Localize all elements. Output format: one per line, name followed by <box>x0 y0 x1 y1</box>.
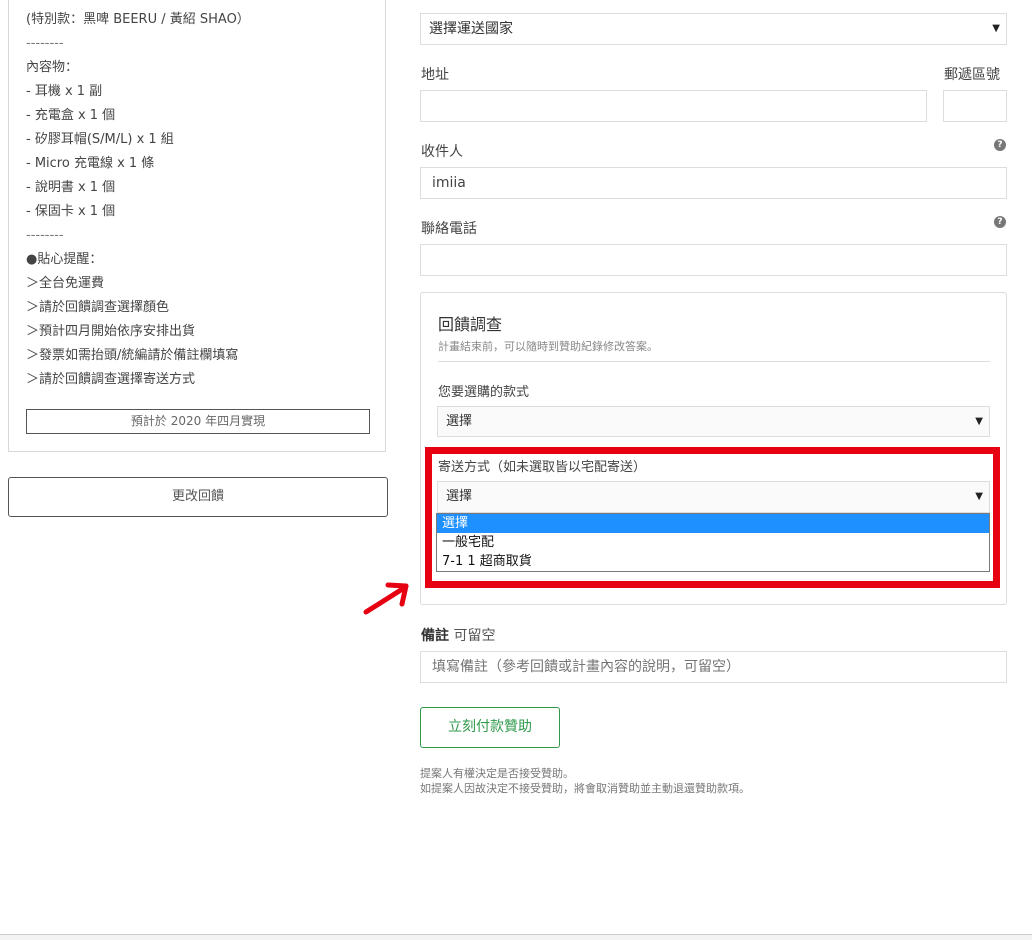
notes-label-text: 備註 <box>421 628 449 644</box>
reward-line: ＞預計四月開始依序安排出貨 <box>26 324 196 339</box>
postal-code-input[interactable] <box>943 90 1007 122</box>
reward-line: - 充電盒 x 1 個 <box>26 108 116 123</box>
address-label: 地址 <box>421 67 449 83</box>
notes-label: 備註 可留空 <box>421 625 495 645</box>
reward-line: (特別款：黑啤 BEERU / 黃紹 SHAO） <box>26 12 250 27</box>
reward-line: ＞發票如需抬頭/統編請於備註欄填寫 <box>26 348 239 363</box>
country-select-value: 選擇運送國家 <box>429 21 513 37</box>
reward-line: - 說明書 x 1 個 <box>26 180 116 195</box>
phone-label: 聯絡電話 <box>421 221 477 237</box>
recipient-label: 收件人 <box>421 144 463 160</box>
delivery-estimate: 預計於 2020 年四月實現 <box>26 409 370 434</box>
reward-line: - 耳機 x 1 副 <box>26 84 103 99</box>
reward-line: ＞全台免運費 <box>26 276 105 291</box>
disclaimer-line: 如提案人因故決定不接受贊助，將會取消贊助並主動退還贊助款項。 <box>420 782 750 795</box>
bottom-scrollbar <box>0 934 1032 940</box>
reward-divider: -------- <box>26 36 64 51</box>
address-input[interactable] <box>420 90 927 122</box>
survey-subtitle: 計畫結束前，可以隨時到贊助紀錄修改答案。 <box>438 340 658 353</box>
annotation-arrow-icon <box>363 582 409 615</box>
annotation-highlight-box <box>425 447 1000 588</box>
chevron-down-icon: ▼ <box>975 416 983 427</box>
phone-input[interactable] <box>420 244 1007 276</box>
reward-line: - Micro 充電線 x 1 條 <box>26 156 155 171</box>
reward-line: 內容物： <box>26 60 79 75</box>
reward-line: ＞請於回饋調查選擇寄送方式 <box>26 372 196 387</box>
notes-input[interactable] <box>420 651 1007 683</box>
survey-title: 回饋調查 <box>438 315 503 334</box>
pay-now-button[interactable]: 立刻付款贊助 <box>420 707 560 748</box>
help-icon[interactable]: ? <box>994 216 1006 228</box>
style-label: 您要選購的款式 <box>438 385 530 400</box>
divider <box>438 361 990 362</box>
reward-line: - 保固卡 x 1 個 <box>26 204 116 219</box>
reward-line: ＞請於回饋調查選擇顏色 <box>26 300 170 315</box>
disclaimer-line: 提案人有權決定是否接受贊助。 <box>420 767 574 780</box>
reward-divider: -------- <box>26 228 64 243</box>
notes-optional-hint: 可留空 <box>453 628 496 644</box>
reward-line: ●貼心提醒： <box>26 252 103 267</box>
recipient-input-value: imiia <box>432 175 466 191</box>
style-select[interactable]: 選擇 ▼ <box>437 406 990 437</box>
country-select[interactable]: 選擇運送國家 ▼ <box>420 13 1007 45</box>
postal-code-label: 郵遞區號 <box>944 67 1000 83</box>
help-icon[interactable]: ? <box>994 139 1006 151</box>
chevron-down-icon: ▼ <box>992 23 1000 34</box>
reward-line: - 矽膠耳帽(S/M/L) x 1 組 <box>26 132 174 147</box>
style-select-value: 選擇 <box>446 414 473 429</box>
change-reward-button[interactable]: 更改回饋 <box>8 477 388 517</box>
recipient-input[interactable]: imiia <box>420 167 1007 199</box>
